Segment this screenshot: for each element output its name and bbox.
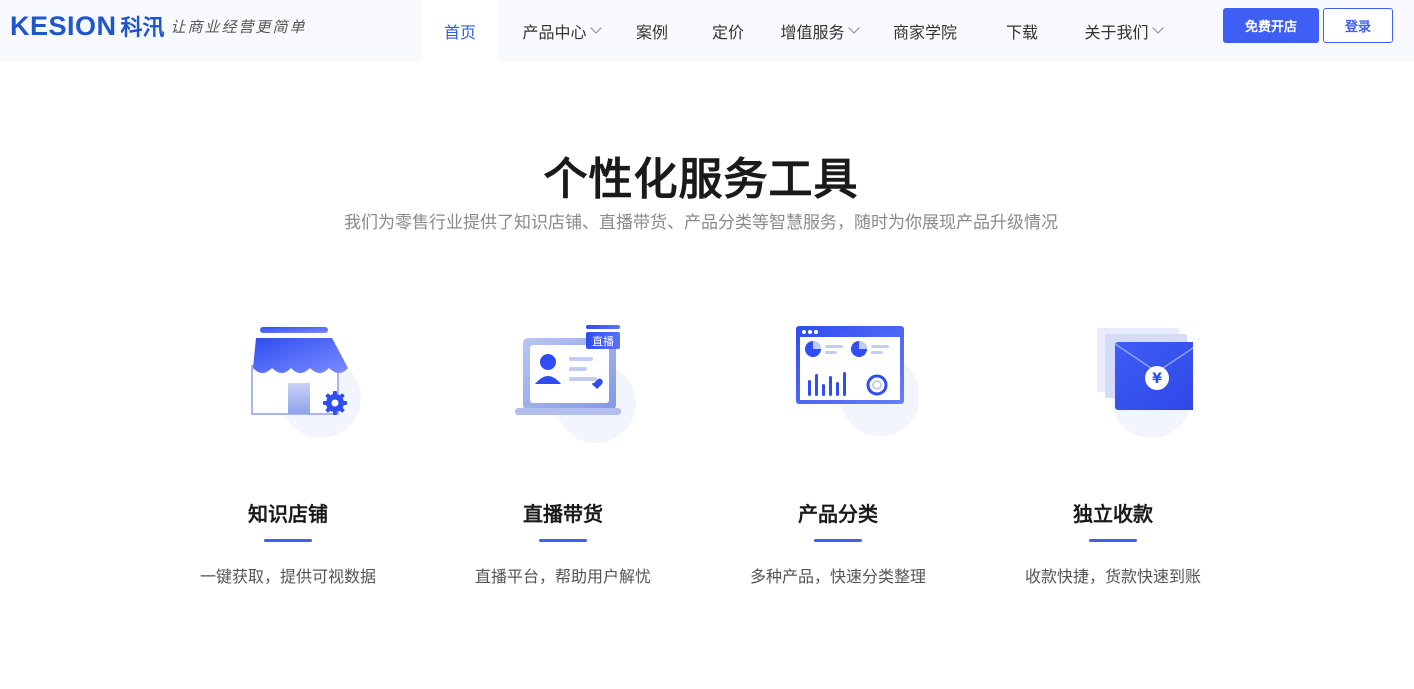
logo-slogan: 让商业经营更简单: [170, 17, 307, 36]
feature-underline: [814, 539, 862, 542]
logo-text-en: KESION: [10, 10, 117, 41]
brand-logo[interactable]: KESION 科汛 让商业经营更简单: [10, 10, 307, 42]
nav-item-cases[interactable]: 案例: [614, 0, 690, 61]
feature-desc: 直播平台，帮助用户解忧: [474, 567, 651, 586]
section-title: 个性化服务工具: [543, 154, 859, 205]
shop-icon: [251, 327, 361, 438]
feature-title: 产品分类: [798, 502, 878, 526]
nav-item-academy[interactable]: 商家学院: [872, 0, 978, 61]
chevron-down-icon: [589, 22, 602, 34]
feature-desc: 多种产品，快速分类整理: [749, 567, 926, 586]
nav-item-about[interactable]: 关于我们: [1070, 0, 1176, 61]
top-header: KESION 科汛 让商业经营更简单 首页 产品中心 案例 定价 增值服务 商家…: [0, 0, 1414, 61]
feature-underline: [539, 539, 587, 542]
nav-item-label: 商家学院: [892, 22, 957, 42]
nav-item-label: 案例: [635, 22, 668, 42]
feature-underline: [1089, 539, 1137, 542]
nav-item-pricing[interactable]: 定价: [690, 0, 766, 61]
feature-underline: [264, 539, 312, 542]
nav-item-value-added[interactable]: 增值服务: [766, 0, 872, 61]
feature-title: 直播带货: [523, 502, 603, 526]
live-stream-icon: 直播: [515, 325, 636, 443]
chevron-down-icon: [847, 22, 860, 34]
main-nav: 首页 产品中心 案例 定价 增值服务 商家学院 下载 关于我们: [422, 0, 1176, 61]
feature-desc: 收款快捷，货款快速到账: [1024, 567, 1201, 586]
nav-item-products[interactable]: 产品中心: [508, 0, 614, 61]
nav-item-label: 定价: [711, 22, 744, 42]
live-badge-text: 直播: [592, 334, 614, 348]
open-store-button[interactable]: 免费开店: [1223, 8, 1319, 43]
section-subtitle: 我们为零售行业提供了知识店铺、直播带货、产品分类等智慧服务，随时为你展现产品升级…: [344, 213, 1058, 233]
login-button[interactable]: 登录: [1323, 8, 1393, 43]
chevron-down-icon: [1151, 22, 1164, 34]
feature-desc: 一键获取，提供可视数据: [199, 567, 376, 586]
nav-item-label: 下载: [1005, 22, 1038, 42]
currency-symbol: ¥: [1152, 371, 1162, 387]
nav-item-label: 关于我们: [1084, 22, 1149, 42]
dashboard-icon: [796, 326, 918, 436]
payment-envelope-icon: ¥: [1097, 328, 1193, 438]
nav-item-download[interactable]: 下载: [984, 0, 1060, 61]
nav-item-label: 首页: [443, 22, 476, 42]
feature-title: 独立收款: [1073, 502, 1153, 526]
feature-title: 知识店铺: [248, 502, 328, 526]
nav-item-home[interactable]: 首页: [422, 0, 498, 61]
logo-text-cn: 科汛: [120, 16, 165, 41]
nav-item-label: 产品中心: [522, 22, 587, 42]
nav-item-label: 增值服务: [780, 22, 845, 42]
